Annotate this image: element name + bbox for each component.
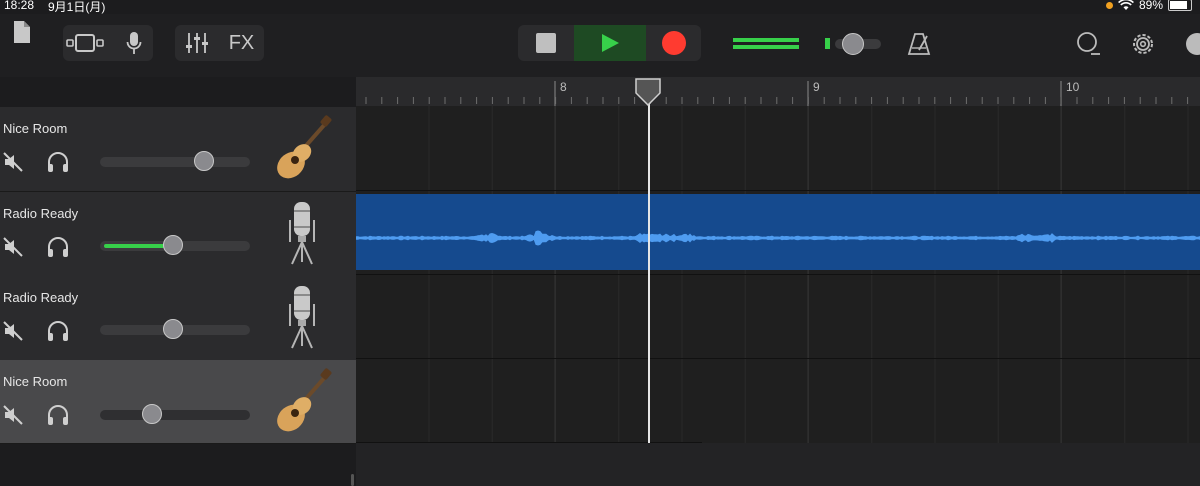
loop-browser-button[interactable] <box>1072 26 1102 62</box>
mute-button[interactable] <box>2 236 24 258</box>
view-controls-group <box>63 25 153 61</box>
track-controls-button[interactable] <box>175 25 219 61</box>
master-volume-knob[interactable] <box>842 33 864 55</box>
status-bar: 18:28 9月1日(月) 89% <box>0 0 1200 14</box>
stop-button[interactable] <box>518 25 574 61</box>
track-header[interactable]: Nice Room <box>0 107 356 192</box>
track-volume-knob[interactable] <box>194 151 215 171</box>
ruler-bar-8: 8 <box>560 80 567 94</box>
ruler-bar-9: 9 <box>813 80 820 94</box>
mixer-sliders-icon <box>186 33 208 53</box>
mix-controls-group: FX <box>175 25 264 61</box>
fx-label: FX <box>228 31 255 54</box>
master-volume-meter <box>733 38 799 42</box>
master-volume-meter <box>733 45 799 49</box>
tracks-view-icon <box>66 34 104 52</box>
my-songs-button[interactable] <box>8 14 36 50</box>
play-button[interactable] <box>574 25 646 61</box>
track-header[interactable]: Radio Ready <box>0 192 356 277</box>
track-name: Nice Room <box>3 121 68 136</box>
battery-percent: 89% <box>1138 0 1163 12</box>
playhead-handle[interactable] <box>634 78 662 106</box>
condenser-microphone-icon <box>289 202 315 265</box>
play-icon <box>602 34 619 52</box>
solo-headphones-button[interactable] <box>46 151 70 173</box>
ruler-bar-10: 10 <box>1066 80 1080 94</box>
metronome-icon <box>907 33 931 55</box>
lane-separator <box>356 274 1200 275</box>
solo-headphones-button[interactable] <box>46 404 70 426</box>
condenser-microphone-icon <box>289 286 315 349</box>
record-icon <box>661 31 686 55</box>
metronome-button[interactable] <box>905 26 933 62</box>
acoustic-guitar-icon <box>277 368 332 432</box>
track-header-scroll-indicator <box>351 474 354 486</box>
status-right: 89% <box>1105 0 1192 12</box>
control-bar: FX <box>0 14 1200 77</box>
microphone-icon <box>126 32 142 54</box>
solo-headphones-button[interactable] <box>46 320 70 342</box>
track-level-meter <box>104 244 165 248</box>
lane-separator <box>356 190 1200 191</box>
wifi-icon <box>1118 0 1134 10</box>
gear-icon <box>1133 34 1153 54</box>
fx-button[interactable]: FX <box>219 25 264 61</box>
status-date: 9月1日(月) <box>48 0 106 14</box>
solo-headphones-button[interactable] <box>46 236 70 258</box>
audio-region[interactable] <box>356 194 1200 270</box>
master-volume-meter-peak <box>825 38 830 49</box>
track-volume-knob[interactable] <box>142 404 163 424</box>
privacy-indicator-icon <box>1105 1 1113 9</box>
settings-button[interactable] <box>1129 26 1157 62</box>
master-volume-slider[interactable] <box>731 33 881 55</box>
mute-button[interactable] <box>2 404 24 426</box>
tracks-timeline[interactable] <box>356 106 1200 443</box>
track-header[interactable]: Radio Ready <box>0 276 356 361</box>
record-button[interactable] <box>646 25 701 61</box>
track-name: Radio Ready <box>3 206 79 221</box>
document-icon <box>14 21 30 43</box>
mute-button[interactable] <box>2 320 24 342</box>
status-time: 18:28 <box>4 0 35 12</box>
microphone-button[interactable] <box>115 25 153 61</box>
track-volume-slider[interactable] <box>100 235 250 255</box>
waveform <box>356 230 1200 246</box>
track-volume-slider[interactable] <box>100 404 250 424</box>
track-name: Radio Ready <box>3 290 79 305</box>
timeline-ruler[interactable]: 8 9 10 <box>356 77 1200 106</box>
empty-track-area[interactable] <box>356 443 1200 486</box>
track-volume-slider[interactable] <box>100 151 250 171</box>
track-volume-knob[interactable] <box>162 319 183 339</box>
transport-controls <box>518 25 701 61</box>
battery-icon <box>1168 0 1192 11</box>
acoustic-guitar-icon <box>277 115 332 179</box>
playhead-line <box>648 100 650 443</box>
track-volume-slider[interactable] <box>100 319 250 339</box>
browser-button[interactable] <box>63 25 107 61</box>
track-header[interactable]: Nice Room <box>0 360 356 444</box>
stop-icon <box>536 33 556 53</box>
track-volume-knob[interactable] <box>162 235 183 255</box>
loop-icon <box>1077 32 1100 55</box>
mute-button[interactable] <box>2 151 24 173</box>
lane-separator <box>356 358 1200 359</box>
help-button[interactable] <box>1184 26 1200 62</box>
track-name: Nice Room <box>3 374 68 389</box>
help-icon <box>1186 33 1200 55</box>
